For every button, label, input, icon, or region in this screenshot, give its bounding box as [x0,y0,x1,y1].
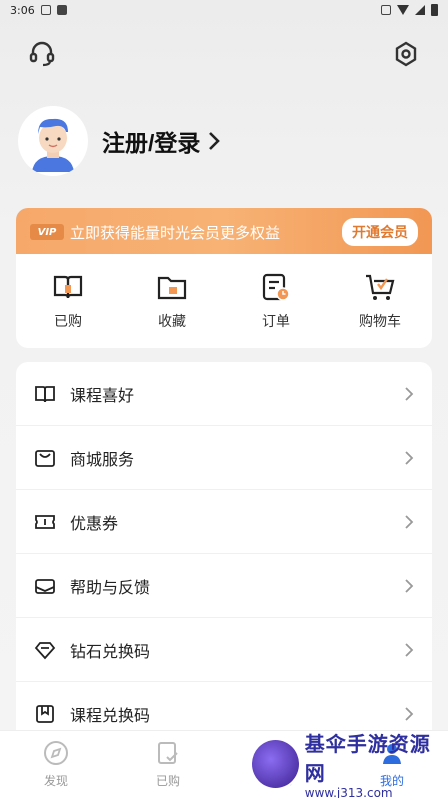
notification-icon [40,5,51,15]
quick-orders[interactable]: 订单 [236,271,316,331]
login-label: 注册/登录 [102,130,201,156]
menu-item-coupons[interactable]: 优惠券 [16,490,432,554]
nav-purchased[interactable]: 已购 [128,740,208,789]
top-toolbar [28,40,420,70]
menu-item-course-preference[interactable]: 课程喜好 [16,362,432,426]
chevron-right-icon [405,707,414,721]
avatar[interactable] [18,106,88,176]
purchased-check-icon [158,742,178,764]
avatar-illustration-icon [32,118,74,172]
shopping-bag-icon [35,449,55,467]
watermark-text: 基伞手游资源网 www.j313.com [305,728,448,798]
menu-list: 课程喜好 商城服务 优惠券 帮助与反馈 钻石兑换码 课程兑换码 [16,362,432,742]
menu-item-diamond-code[interactable]: 钻石兑换码 [16,618,432,682]
headset-icon[interactable] [28,40,56,68]
status-right [381,4,438,16]
menu-label: 课程兑换码 [70,706,151,725]
mail-icon [35,578,55,594]
login-register-link[interactable]: 注册/登录 [102,124,221,158]
menu-label: 商城服务 [70,449,135,469]
quick-cart[interactable]: 购物车 [340,271,420,331]
wifi-icon [397,5,409,15]
chevron-right-icon [209,132,221,150]
vibrate-icon [381,5,391,15]
menu-item-help-feedback[interactable]: 帮助与反馈 [16,554,432,618]
folder-icon [157,276,187,300]
menu-label: 钻石兑换码 [70,641,151,661]
chevron-right-icon [405,578,414,593]
nav-discover[interactable]: 发现 [16,740,96,789]
status-left: 3:06 [10,4,67,17]
quick-actions: 已购 收藏 订单 购物车 [16,254,432,348]
vip-promo-text: 立即获得能量时光会员更多权益 [70,223,281,242]
quick-label: 收藏 [158,314,186,330]
quick-label: 订单 [262,314,290,330]
signal-icon [415,5,425,15]
chevron-right-icon [405,386,414,401]
quick-purchased[interactable]: 已购 [28,271,108,331]
menu-item-mall-service[interactable]: 商城服务 [16,426,432,490]
battery-icon [431,4,438,16]
menu-label: 帮助与反馈 [70,577,151,597]
bookmark-card-icon [36,705,54,723]
watermark-title: 基伞手游资源网 [304,734,431,785]
watermark-url: www.j313.com [304,786,393,798]
quick-favorites[interactable]: 收藏 [132,271,212,331]
compass-icon [44,741,68,765]
menu-label: 优惠券 [70,513,119,533]
vip-banner[interactable]: VIP 立即获得能量时光会员更多权益 开通会员 [16,208,432,256]
chevron-right-icon [405,514,414,529]
shopping-cart-icon [366,274,395,300]
nav-label: 发现 [43,774,68,788]
order-list-icon [262,273,290,301]
quick-label: 购物车 [359,314,401,330]
menu-label: 课程喜好 [70,385,135,405]
vip-tag: VIP [30,224,64,240]
ticket-icon [35,514,55,529]
watermark: 基伞手游资源网 www.j313.com [250,734,448,798]
profile-section: 注册/登录 [18,106,221,176]
settings-icon[interactable] [392,40,420,68]
book-icon [35,385,55,402]
open-vip-button[interactable]: 开通会员 [342,218,418,246]
watermark-logo-icon [250,738,301,790]
app-notification-icon [56,5,67,15]
status-bar: 3:06 [0,0,448,20]
status-time: 3:06 [10,3,35,17]
chevron-right-icon [405,642,414,657]
diamond-icon [34,641,56,659]
nav-label: 已购 [155,774,180,788]
chevron-right-icon [405,450,414,465]
quick-label: 已购 [54,314,82,330]
book-open-icon [53,275,83,299]
